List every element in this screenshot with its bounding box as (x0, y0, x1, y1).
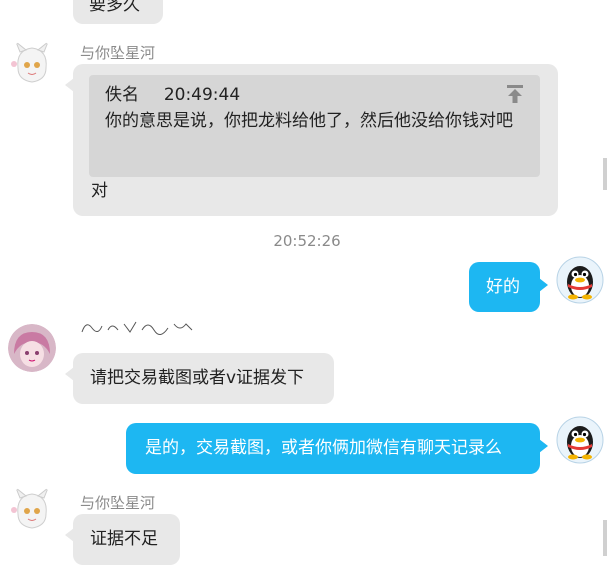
scrollbar-thumb[interactable] (603, 158, 607, 190)
message-bubble-partial[interactable]: 要多久 (73, 0, 163, 24)
anime-girl-avatar-icon (8, 38, 56, 86)
message-text: 证据不足 (90, 529, 158, 549)
sender-name: 与你坠星河 (80, 494, 156, 512)
avatar-qq-penguin[interactable] (556, 416, 604, 464)
message-text: 好的 (486, 277, 520, 297)
qq-penguin-avatar-icon (556, 256, 604, 304)
avatar-pink-hair[interactable] (8, 324, 56, 372)
jump-to-top-icon[interactable] (504, 83, 526, 105)
quote-time: 20:49:44 (163, 85, 241, 105)
quote-sender-name: 佚名 (105, 85, 139, 105)
sender-signature-image (78, 318, 198, 336)
message-text: 要多久 (89, 0, 140, 15)
message-text: 是的，交易截图，或者你俩加微信有聊天记录么 (145, 438, 502, 458)
message-bubble-self[interactable]: 是的，交易截图，或者你俩加微信有聊天记录么 (126, 423, 548, 474)
avatar-qq-penguin[interactable] (556, 256, 604, 304)
sender-name: 与你坠星河 (80, 44, 156, 62)
pink-hair-avatar-icon (8, 324, 56, 372)
message-bubble-self[interactable]: 好的 (469, 262, 548, 312)
quoted-message[interactable]: 佚名 20:49:44 你的意思是说，你把龙料给他了，然后他没给你钱对吧 (89, 75, 540, 177)
message-bubble-quote-reply[interactable]: 佚名 20:49:44 你的意思是说，你把龙料给他了，然后他没给你钱对吧 对 (65, 64, 558, 216)
avatar-anime-girl[interactable] (8, 484, 56, 532)
message-text: 对 (91, 181, 108, 201)
message-bubble-other[interactable]: 证据不足 (65, 514, 180, 565)
quote-text: 你的意思是说，你把龙料给他了，然后他没给你钱对吧 (105, 111, 513, 131)
qq-penguin-avatar-icon (556, 416, 604, 464)
message-bubble-other[interactable]: 请把交易截图或者v证据发下 (65, 353, 334, 404)
anime-girl-avatar-icon (8, 484, 56, 532)
avatar-anime-girl[interactable] (8, 38, 56, 86)
scrollbar-thumb[interactable] (603, 520, 607, 556)
timestamp: 20:52:26 (273, 232, 341, 250)
message-text: 请把交易截图或者v证据发下 (90, 368, 305, 388)
